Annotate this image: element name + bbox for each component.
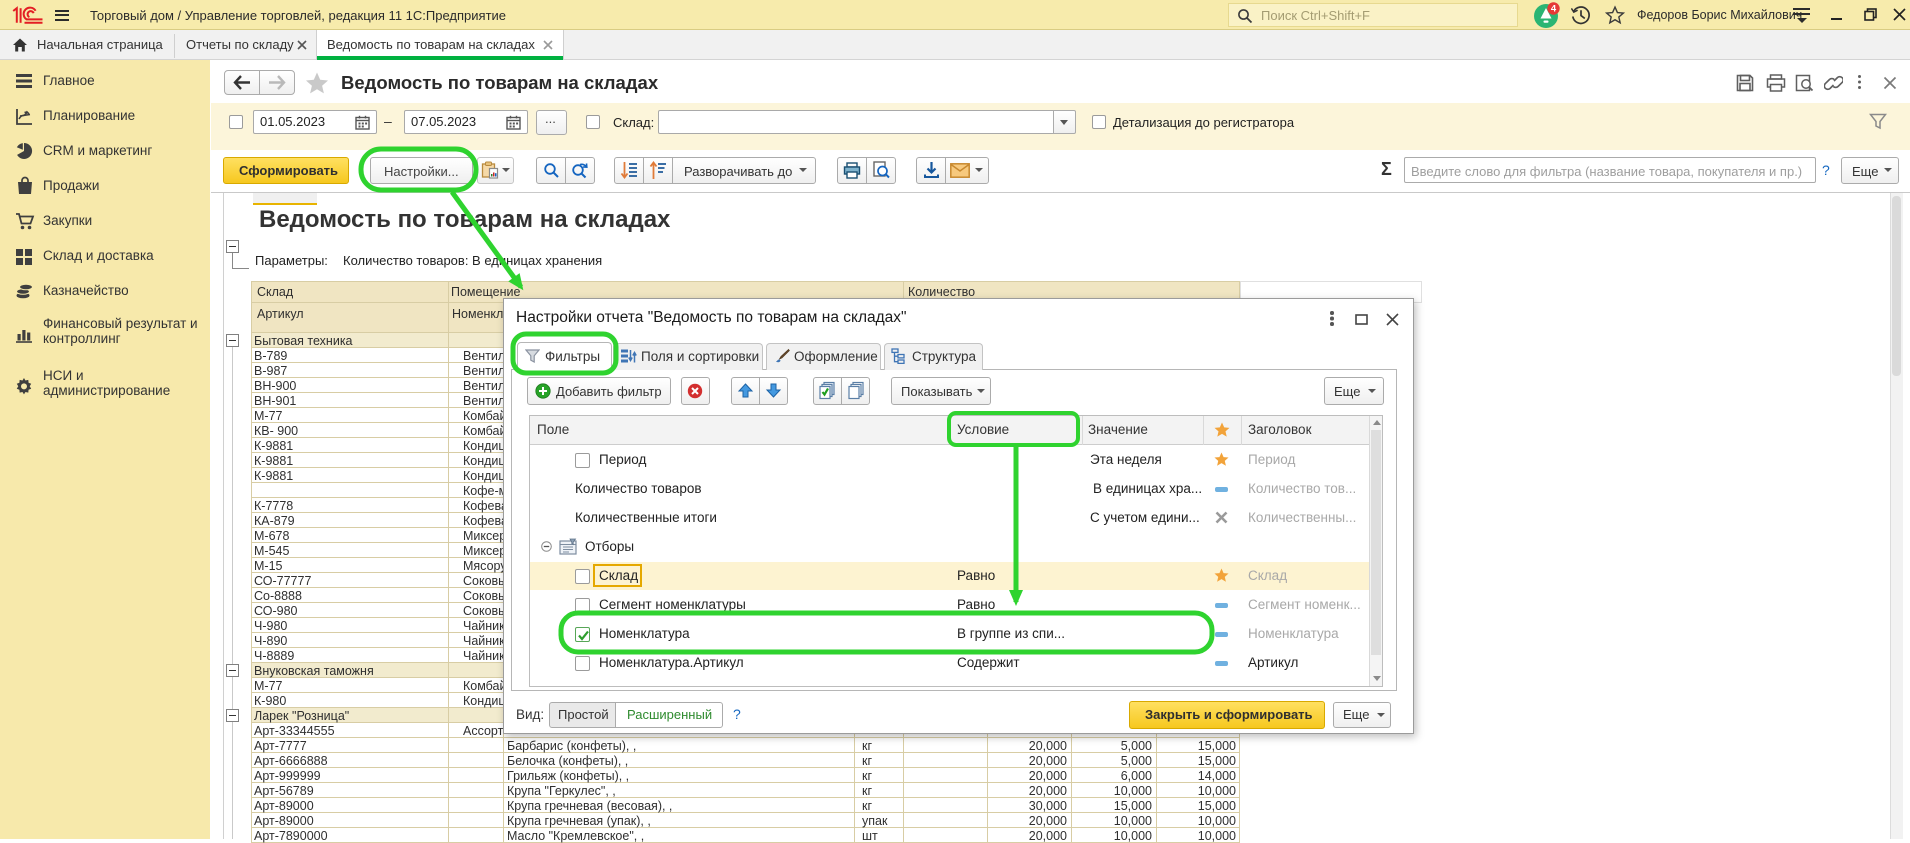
svg-text:4: 4 [1551,4,1557,15]
